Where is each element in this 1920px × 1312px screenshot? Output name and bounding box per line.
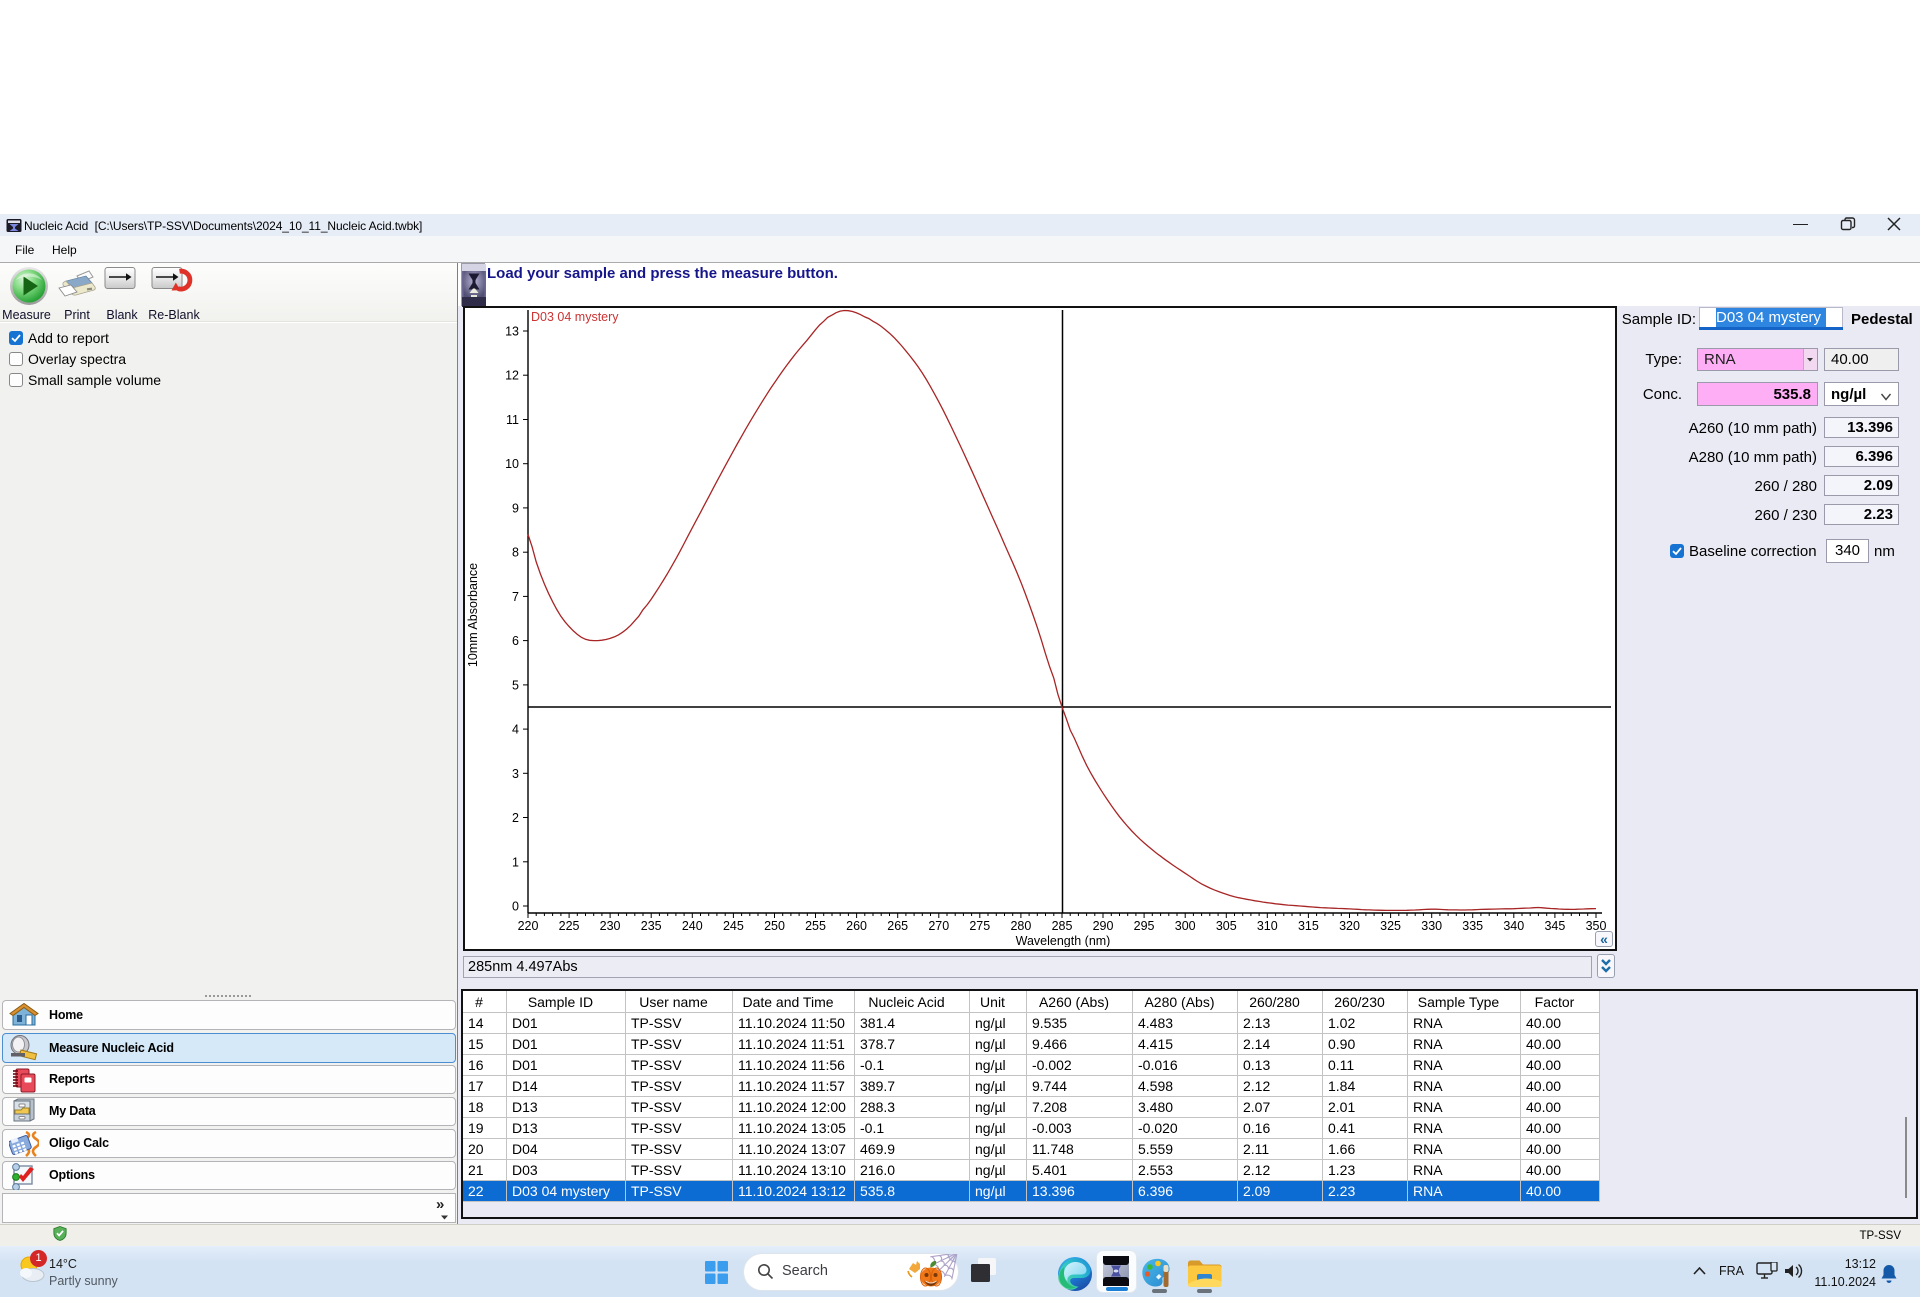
svg-text:300: 300	[1175, 919, 1196, 933]
svg-text:220: 220	[518, 919, 539, 933]
svg-text:2: 2	[512, 811, 519, 825]
svg-text:320: 320	[1339, 919, 1360, 933]
svg-text:11: 11	[506, 413, 519, 427]
svg-text:6: 6	[512, 634, 519, 648]
svg-text:330: 330	[1421, 919, 1442, 933]
svg-text:295: 295	[1134, 919, 1155, 933]
svg-text:280: 280	[1010, 919, 1031, 933]
svg-text:315: 315	[1298, 919, 1319, 933]
svg-text:290: 290	[1093, 919, 1114, 933]
svg-text:345: 345	[1544, 919, 1565, 933]
svg-text:10: 10	[505, 457, 519, 471]
svg-text:235: 235	[641, 919, 662, 933]
svg-text:310: 310	[1257, 919, 1278, 933]
svg-text:0: 0	[512, 900, 519, 914]
svg-text:340: 340	[1503, 919, 1524, 933]
svg-text:230: 230	[600, 919, 621, 933]
svg-text:12: 12	[505, 369, 519, 383]
svg-text:305: 305	[1216, 919, 1237, 933]
svg-text:10mm Absorbance: 10mm Absorbance	[466, 563, 480, 667]
svg-text:7: 7	[512, 590, 519, 604]
svg-text:240: 240	[682, 919, 703, 933]
svg-text:250: 250	[764, 919, 785, 933]
svg-text:270: 270	[928, 919, 949, 933]
svg-text:285: 285	[1052, 919, 1073, 933]
svg-text:225: 225	[559, 919, 580, 933]
svg-text:245: 245	[723, 919, 744, 933]
svg-text:Wavelength (nm): Wavelength (nm)	[1016, 934, 1111, 947]
svg-text:335: 335	[1462, 919, 1483, 933]
svg-text:13: 13	[505, 325, 519, 339]
svg-text:9: 9	[512, 501, 519, 515]
svg-text:5: 5	[512, 678, 519, 692]
svg-text:265: 265	[887, 919, 908, 933]
svg-text:3: 3	[512, 767, 519, 781]
svg-text:255: 255	[805, 919, 826, 933]
svg-text:1: 1	[512, 855, 519, 869]
svg-text:275: 275	[969, 919, 990, 933]
svg-text:260: 260	[846, 919, 867, 933]
svg-text:8: 8	[512, 546, 519, 560]
svg-text:D03 04 mystery: D03 04 mystery	[531, 310, 619, 324]
svg-text:4: 4	[512, 723, 519, 737]
svg-text:325: 325	[1380, 919, 1401, 933]
